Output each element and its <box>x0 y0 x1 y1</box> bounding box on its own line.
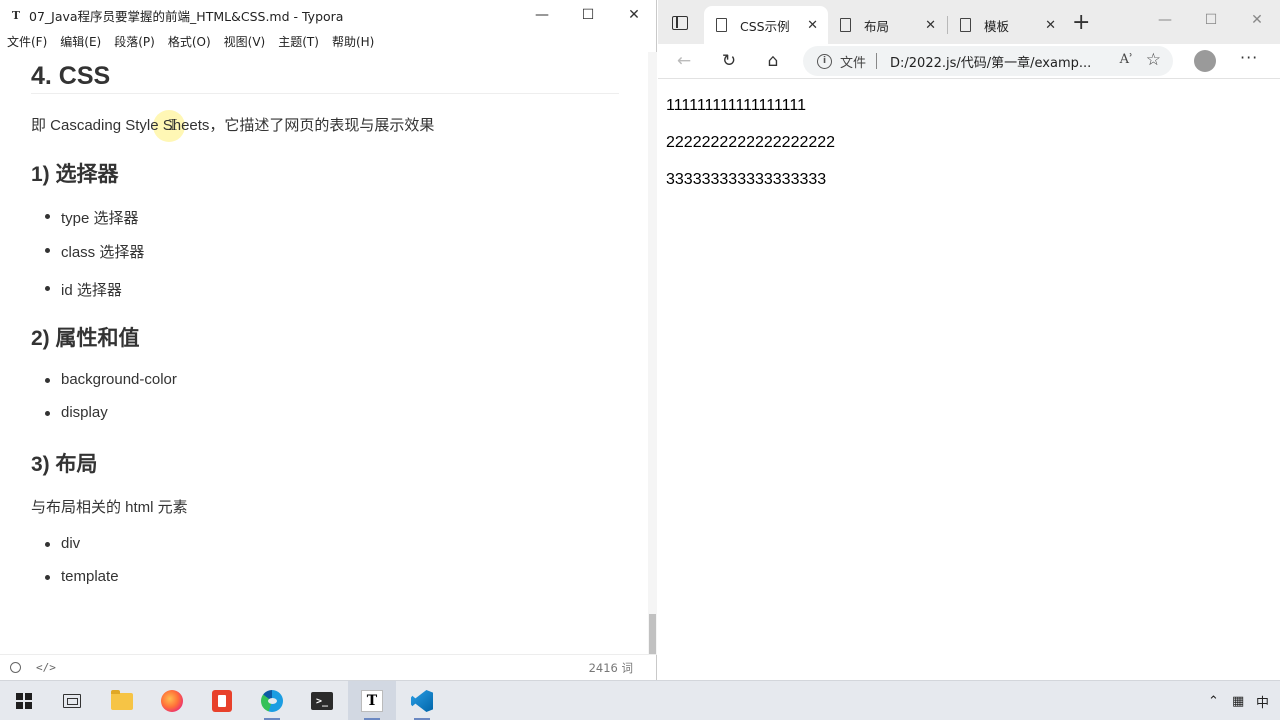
more-icon[interactable]: ··· <box>1240 48 1258 67</box>
outline-toggle-icon[interactable] <box>10 662 21 673</box>
heading-layout: 3) 布局 <box>31 453 98 476</box>
typora-icon: T <box>361 690 383 712</box>
maximize-icon[interactable]: ☐ <box>565 0 611 30</box>
page-icon <box>960 18 971 32</box>
read-aloud-icon[interactable]: Aʾ <box>1120 52 1133 67</box>
list-item: display <box>45 404 108 421</box>
start-button[interactable] <box>0 681 48 720</box>
menu-help[interactable]: 帮助(H) <box>326 33 380 50</box>
typora-document[interactable]: 4. CSS 即 Cascading Style Sheets，它描述了网页的表… <box>0 52 648 654</box>
info-icon[interactable]: i <box>817 53 832 69</box>
address-url[interactable]: D:/2022.js/代码/第一章/examp... <box>890 52 1091 71</box>
edge-button[interactable] <box>248 681 296 720</box>
page-line-3: 333333333333333333 <box>666 171 827 188</box>
new-tab-icon[interactable]: + <box>1072 12 1090 34</box>
ime-mode-icon[interactable]: ▦ <box>1232 681 1244 720</box>
profile-avatar[interactable] <box>1194 50 1216 72</box>
heading-properties: 2) 属性和值 <box>31 327 140 350</box>
text-cursor-icon: ⌶ <box>168 115 178 134</box>
show-hidden-icons[interactable]: ⌃ <box>1208 681 1219 720</box>
home-icon[interactable]: ⌂ <box>759 48 787 74</box>
tab-close-icon[interactable]: ✕ <box>925 18 936 33</box>
menu-paragraph[interactable]: 段落(P) <box>108 33 161 50</box>
close-icon[interactable]: ✕ <box>1234 0 1280 40</box>
tab-template[interactable]: 模板 ✕ <box>948 6 1066 44</box>
typora-menubar: 文件(F) 编辑(E) 段落(P) 格式(O) 视图(V) 主题(T) 帮助(H… <box>0 30 380 52</box>
typora-window-title: 07_Java程序员要掌握的前端_HTML&CSS.md - Typora <box>29 8 344 24</box>
refresh-icon[interactable]: ↻ <box>715 48 743 74</box>
typora-statusbar: </> 2416 词 <box>0 654 657 680</box>
task-view-button[interactable] <box>48 681 96 720</box>
page-icon <box>716 18 727 32</box>
add-favorite-icon[interactable]: ☆ <box>1146 50 1161 70</box>
office-button[interactable] <box>198 681 246 720</box>
list-item: div <box>44 535 81 552</box>
typora-titlebar: T 07_Java程序员要掌握的前端_HTML&CSS.md - Typora … <box>0 0 657 30</box>
web-page-content: 111111111111111111 2222222222222222222 3… <box>658 79 1280 680</box>
edge-toolbar: ← ↻ ⌂ i 文件 D:/2022.js/代码/第一章/examp... Aʾ… <box>658 44 1280 78</box>
tab-close-icon[interactable]: ✕ <box>807 18 818 33</box>
office-icon <box>212 690 232 712</box>
menu-theme[interactable]: 主题(T) <box>272 33 325 50</box>
scrollbar-thumb[interactable] <box>649 614 656 654</box>
file-explorer-button[interactable] <box>98 681 146 720</box>
list-item: id 选择器 <box>45 279 122 300</box>
list-item: background-color <box>45 371 177 388</box>
heading-rule <box>31 93 619 94</box>
tab-actions-icon[interactable] <box>672 16 688 30</box>
terminal-button[interactable]: >_ <box>298 681 346 720</box>
start-icon <box>16 693 32 709</box>
tab-css-example[interactable]: CSS示例 ✕ <box>704 6 828 44</box>
tab-layout[interactable]: 布局 ✕ <box>828 6 946 44</box>
vscode-button[interactable] <box>398 681 446 720</box>
typora-window: T 07_Java程序员要掌握的前端_HTML&CSS.md - Typora … <box>0 0 657 680</box>
address-bar[interactable]: i 文件 D:/2022.js/代码/第一章/examp... Aʾ ☆ <box>803 46 1173 76</box>
firefox-icon <box>161 690 183 712</box>
tab-label: 布局 <box>864 18 890 34</box>
typora-scrollbar[interactable] <box>648 52 657 654</box>
task-view-icon <box>63 694 81 708</box>
edge-tabstrip: CSS示例 ✕ 布局 ✕ 模板 ✕ + — ☐ ✕ <box>658 0 1280 44</box>
minimize-icon[interactable]: — <box>519 0 565 30</box>
word-count[interactable]: 2416 词 <box>589 660 633 676</box>
typora-window-controls: — ☐ ✕ <box>519 0 657 30</box>
edge-window-controls: — ☐ ✕ <box>1142 0 1280 40</box>
typora-button[interactable]: T <box>348 681 396 720</box>
vscode-icon <box>411 690 433 712</box>
menu-edit[interactable]: 编辑(E) <box>54 33 107 50</box>
edge-icon <box>261 690 283 712</box>
firefox-button[interactable] <box>148 681 196 720</box>
page-icon <box>840 18 851 32</box>
page-line-1: 111111111111111111 <box>666 97 806 114</box>
layout-paragraph: 与布局相关的 html 元素 <box>31 499 188 516</box>
list-item: class 选择器 <box>44 241 144 262</box>
address-file-chip[interactable]: 文件 <box>840 52 866 71</box>
tab-close-icon[interactable]: ✕ <box>1045 18 1056 33</box>
list-item: type 选择器 <box>45 207 139 228</box>
maximize-icon[interactable]: ☐ <box>1188 0 1234 40</box>
list-item: template <box>45 568 119 585</box>
taskbar: >_ T ⌃ ▦ 中 <box>0 680 1280 720</box>
heading-css: 4. CSS <box>31 62 111 90</box>
tab-label: 模板 <box>984 18 1010 34</box>
address-separator <box>876 53 878 69</box>
ime-language-indicator[interactable]: 中 <box>1256 681 1269 720</box>
heading-selectors: 1) 选择器 <box>31 163 119 186</box>
tab-label: CSS示例 <box>740 18 790 34</box>
menu-format[interactable]: 格式(O) <box>162 33 217 50</box>
typora-logo-icon: T <box>11 8 21 22</box>
menu-file[interactable]: 文件(F) <box>1 33 53 50</box>
minimize-icon[interactable]: — <box>1142 0 1188 40</box>
menu-view[interactable]: 视图(V) <box>218 33 272 50</box>
intro-paragraph: 即 Cascading Style Sheets，它描述了网页的表现与展示效果 <box>31 117 435 134</box>
close-icon[interactable]: ✕ <box>611 0 657 30</box>
back-icon[interactable]: ← <box>670 48 698 74</box>
page-line-2: 2222222222222222222 <box>666 134 836 151</box>
edge-window: CSS示例 ✕ 布局 ✕ 模板 ✕ + — ☐ ✕ ← ↻ ⌂ i 文件 D:/… <box>658 0 1280 680</box>
file-explorer-icon <box>111 689 133 710</box>
terminal-icon: >_ <box>311 692 333 710</box>
source-mode-icon[interactable]: </> <box>36 661 56 674</box>
